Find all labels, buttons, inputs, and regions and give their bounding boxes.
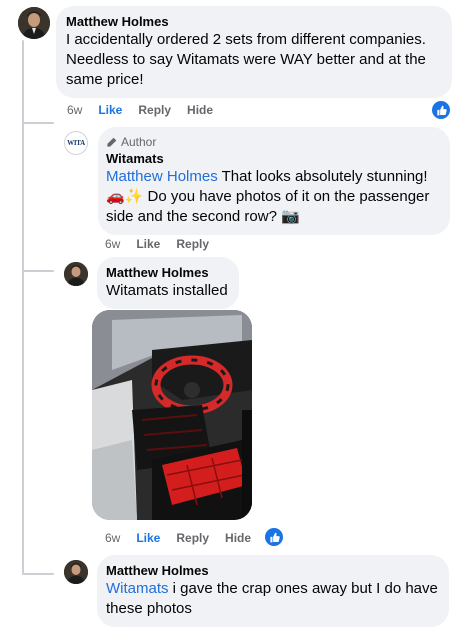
profile-photo (64, 560, 88, 584)
thread-branch (22, 122, 54, 124)
like-button[interactable]: Like (136, 236, 160, 252)
like-reaction-icon[interactable] (263, 526, 285, 548)
author-badge-label: Author (121, 135, 157, 149)
hide-button[interactable]: Hide (187, 102, 213, 118)
mention-link[interactable]: Matthew Holmes (106, 168, 218, 185)
reply-button[interactable]: Reply (138, 102, 171, 118)
thread-branch (22, 573, 54, 575)
comment-author[interactable]: Witamats (106, 151, 442, 167)
comment-text: Matthew Holmes That looks absolutely stu… (106, 167, 442, 227)
comment-text: Witamats installed (106, 282, 228, 299)
like-button[interactable]: Like (98, 102, 122, 118)
hide-button[interactable]: Hide (225, 530, 251, 546)
comment-actions: 6w Like Reply (105, 236, 209, 252)
comment-text: Witamats i gave the crap ones away but I… (106, 579, 440, 619)
avatar[interactable] (64, 262, 88, 286)
like-reaction-icon[interactable] (430, 99, 452, 121)
profile-photo (64, 262, 88, 286)
reply-button[interactable]: Reply (176, 530, 209, 546)
comment-text: I accidentally ordered 2 sets from diffe… (66, 31, 426, 88)
mention-link[interactable]: Witamats (106, 580, 169, 597)
comment-author[interactable]: Matthew Holmes (106, 265, 230, 281)
thumbs-up-icon (269, 532, 280, 542)
like-button[interactable]: Like (136, 530, 160, 546)
reply-button[interactable]: Reply (176, 236, 209, 252)
attached-photo[interactable] (92, 310, 252, 520)
timestamp[interactable]: 6w (105, 236, 120, 252)
avatar[interactable] (64, 560, 88, 584)
timestamp[interactable]: 6w (105, 530, 120, 546)
comment-actions: 6w Like Reply Hide (105, 530, 251, 546)
comment-bubble: Matthew Holmes Witamats installed (97, 257, 239, 309)
thread-line (22, 40, 24, 575)
comment-author[interactable]: Matthew Holmes (106, 563, 440, 579)
comment-bubble: Matthew Holmes Witamats i gave the crap … (97, 555, 449, 627)
avatar[interactable]: WITA (64, 131, 88, 155)
comment-actions: 6w Like Reply Hide (67, 102, 213, 118)
thread-branch (22, 270, 54, 272)
profile-photo (18, 7, 50, 39)
timestamp[interactable]: 6w (67, 102, 82, 118)
witamats-logo: WITA (67, 139, 85, 147)
author-badge: Author (106, 135, 442, 149)
pen-icon (107, 137, 117, 147)
thumbs-up-icon (436, 105, 447, 115)
comment-bubble: Matthew Holmes I accidentally ordered 2 … (56, 6, 452, 98)
car-interior-photo (92, 310, 252, 520)
comment-bubble: Author Witamats Matthew Holmes That look… (98, 127, 450, 235)
comment-author[interactable]: Matthew Holmes (66, 14, 442, 30)
avatar[interactable] (18, 7, 50, 39)
